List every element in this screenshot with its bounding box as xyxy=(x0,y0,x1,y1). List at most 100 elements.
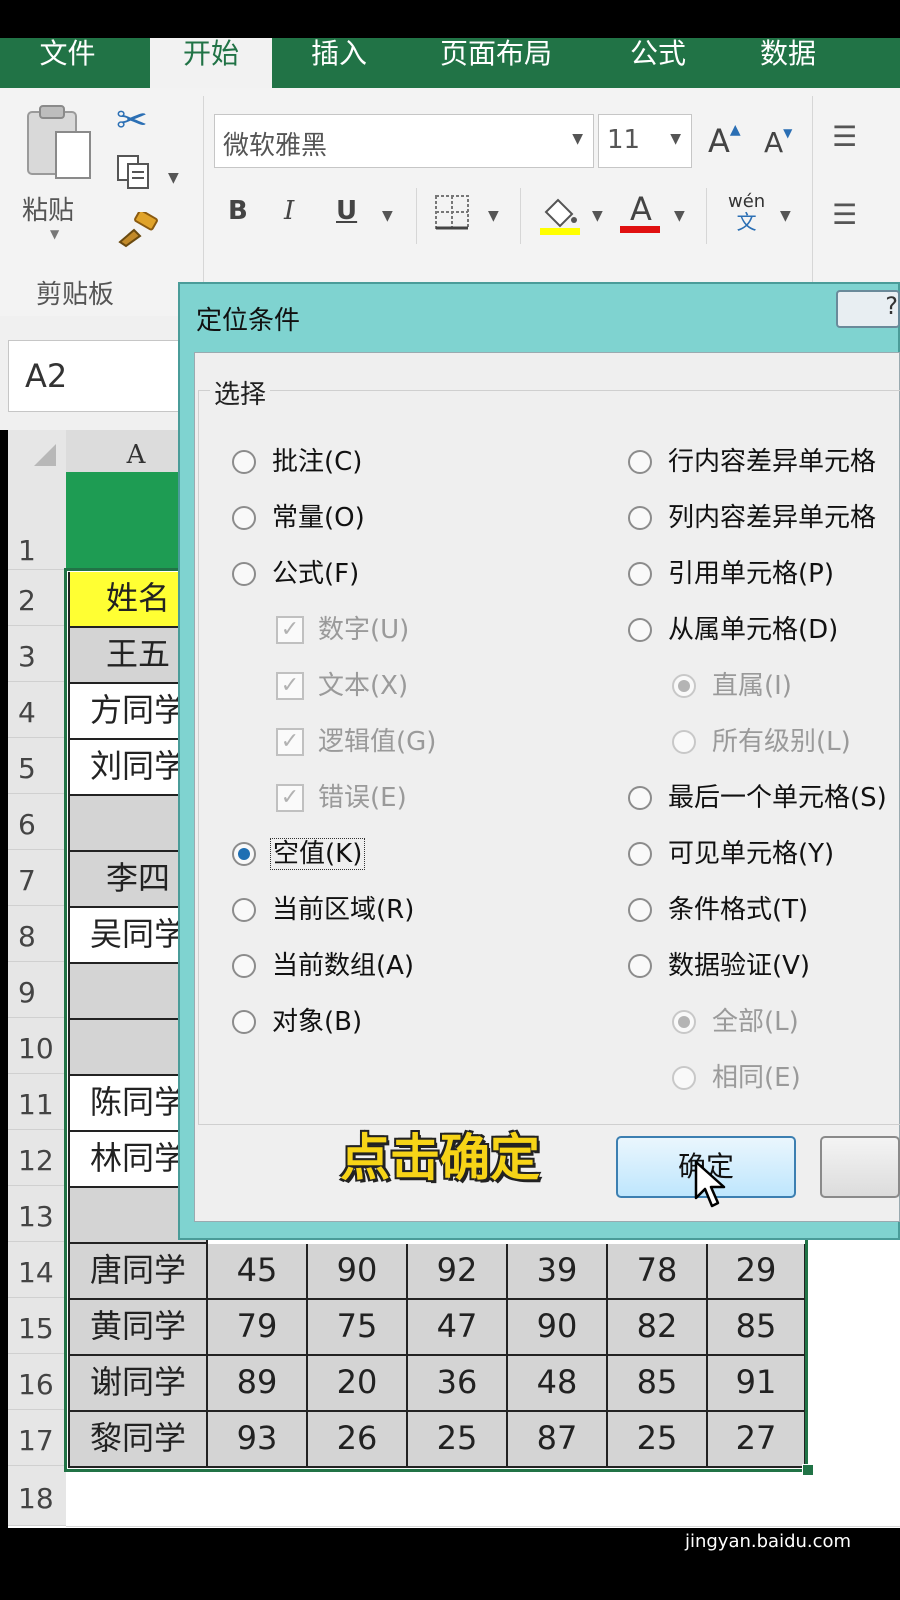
option-row-differences[interactable]: 行内容差异单元格 xyxy=(628,442,876,482)
option-precedents[interactable]: 引用单元格(P) xyxy=(628,554,834,594)
option-label: 批注(C) xyxy=(272,447,363,477)
right-options-column: 行内容差异单元格 列内容差异单元格 引用单元格(P) 从属单元格(D) 直属(I… xyxy=(620,440,900,1100)
grow-font-button[interactable]: A▲ xyxy=(708,122,741,160)
option-objects[interactable]: 对象(B) xyxy=(232,1002,362,1042)
option-constants[interactable]: 常量(O) xyxy=(232,498,365,538)
option-column-differences[interactable]: 列内容差异单元格 xyxy=(628,498,876,538)
row-header[interactable]: 14 xyxy=(8,1242,66,1298)
option-numbers[interactable]: ✓ 数字(U) xyxy=(276,610,409,650)
tab-page-layout[interactable]: 页面布局 xyxy=(410,38,582,88)
tab-home[interactable]: 开始 xyxy=(150,38,272,88)
scissors-icon[interactable]: ✂ xyxy=(116,98,148,142)
option-comments[interactable]: 批注(C) xyxy=(232,442,362,482)
shrink-font-button[interactable]: A▼ xyxy=(764,126,792,159)
fill-handle[interactable] xyxy=(802,1464,814,1476)
option-all-levels[interactable]: 所有级别(L) xyxy=(672,722,851,762)
underline-dropdown-icon[interactable]: ▼ xyxy=(382,208,393,224)
option-label: 直属(I) xyxy=(712,671,792,701)
chevron-down-icon: ▼ xyxy=(50,227,60,241)
row-header[interactable]: 12 xyxy=(8,1130,66,1186)
select-all-corner[interactable] xyxy=(8,430,66,472)
option-data-validation[interactable]: 数据验证(V) xyxy=(628,946,810,986)
tab-file[interactable]: 文件 xyxy=(0,38,135,88)
option-blanks[interactable]: 空值(K) xyxy=(232,834,366,874)
row-header[interactable]: 6 xyxy=(8,794,66,850)
align-left-icon[interactable]: ☰ xyxy=(832,198,857,231)
option-current-array[interactable]: 当前数组(A) xyxy=(232,946,414,986)
row-header[interactable]: 15 xyxy=(8,1298,66,1354)
option-last-cell[interactable]: 最后一个单元格(S) xyxy=(628,778,887,818)
fill-color-dropdown-icon[interactable]: ▼ xyxy=(592,208,603,224)
row-header[interactable]: 8 xyxy=(8,906,66,962)
paste-label: 粘贴 xyxy=(22,196,75,226)
align-top-icon[interactable]: ☰ xyxy=(832,120,857,153)
select-all-triangle-icon xyxy=(34,444,56,466)
checkbox-checked-icon: ✓ xyxy=(276,728,304,756)
clipboard-group-label: 剪贴板 xyxy=(36,280,115,310)
row-header[interactable]: 11 xyxy=(8,1074,66,1130)
row-header[interactable]: 7 xyxy=(8,850,66,906)
borders-dropdown-icon[interactable]: ▼ xyxy=(488,208,499,224)
underline-button[interactable]: U xyxy=(336,196,357,226)
format-painter-icon[interactable] xyxy=(116,209,158,252)
radio-icon xyxy=(628,786,652,810)
option-conditional-formats[interactable]: 条件格式(T) xyxy=(628,890,808,930)
phonetic-dropdown-icon[interactable]: ▼ xyxy=(780,208,791,224)
font-color-icon[interactable]: A xyxy=(620,192,662,236)
group-divider xyxy=(203,96,204,306)
option-errors[interactable]: ✓ 错误(E) xyxy=(276,778,407,818)
row-header[interactable]: 10 xyxy=(8,1018,66,1074)
italic-button[interactable]: I xyxy=(284,196,294,226)
option-direct-only[interactable]: 直属(I) xyxy=(672,666,792,706)
phonetic-guide-icon[interactable]: wén 文 xyxy=(728,192,765,234)
paste-button[interactable]: 粘贴 ▼ xyxy=(22,102,100,252)
option-validation-all[interactable]: 全部(L) xyxy=(672,1002,799,1042)
font-color-dropdown-icon[interactable]: ▼ xyxy=(674,208,685,224)
ribbon-tab-bar: 文件 开始 插入 页面布局 公式 数据 xyxy=(0,38,900,88)
row-header[interactable]: 5 xyxy=(8,738,66,794)
tab-formulas[interactable]: 公式 xyxy=(598,38,718,88)
fill-color-icon[interactable] xyxy=(538,192,582,240)
bold-button[interactable]: B xyxy=(228,196,248,226)
row-header[interactable]: 1 xyxy=(8,472,66,570)
help-button[interactable]: ? xyxy=(836,290,900,328)
row-header[interactable]: 4 xyxy=(8,682,66,738)
row-header[interactable]: 3 xyxy=(8,626,66,682)
row-header[interactable]: 16 xyxy=(8,1354,66,1410)
option-current-region[interactable]: 当前区域(R) xyxy=(232,890,414,930)
row-header[interactable]: 18 xyxy=(8,1466,66,1526)
radio-icon xyxy=(232,898,256,922)
row-header[interactable]: 13 xyxy=(8,1186,66,1242)
phonetic-bottom: 文 xyxy=(736,210,757,234)
checkbox-checked-icon: ✓ xyxy=(276,784,304,812)
option-label: 对象(B) xyxy=(272,1007,363,1037)
radio-icon xyxy=(628,954,652,978)
radio-icon xyxy=(232,450,256,474)
dialog-title: 定位条件 xyxy=(196,306,301,336)
row-header[interactable]: 9 xyxy=(8,962,66,1018)
option-label: 当前数组(A) xyxy=(272,951,415,981)
radio-selected-icon xyxy=(232,842,256,866)
option-label: 公式(F) xyxy=(272,559,360,589)
tab-data[interactable]: 数据 xyxy=(728,38,848,88)
name-box[interactable]: A2 xyxy=(8,340,183,412)
copy-icon[interactable] xyxy=(114,152,154,196)
option-logicals[interactable]: ✓ 逻辑值(G) xyxy=(276,722,436,762)
option-visible-cells[interactable]: 可见单元格(Y) xyxy=(628,834,834,874)
option-label: 引用单元格(P) xyxy=(668,559,834,589)
option-text[interactable]: ✓ 文本(X) xyxy=(276,666,408,706)
font-size-combo[interactable]: 11 ▼ xyxy=(598,114,692,168)
option-formulas[interactable]: 公式(F) xyxy=(232,554,359,594)
row-header[interactable]: 17 xyxy=(8,1410,66,1466)
checkbox-checked-icon: ✓ xyxy=(276,672,304,700)
row-header[interactable]: 2 xyxy=(8,570,66,626)
tab-insert[interactable]: 插入 xyxy=(278,38,400,88)
group-divider xyxy=(812,96,813,306)
option-validation-same[interactable]: 相同(E) xyxy=(672,1058,801,1098)
cancel-button[interactable]: 取消 xyxy=(820,1136,900,1198)
copy-dropdown-icon[interactable]: ▼ xyxy=(168,170,179,186)
option-label: 数据验证(V) xyxy=(668,951,811,981)
font-name-combo[interactable]: 微软雅黑 ▼ xyxy=(214,114,594,168)
option-dependents[interactable]: 从属单元格(D) xyxy=(628,610,838,650)
borders-icon[interactable] xyxy=(434,194,470,234)
